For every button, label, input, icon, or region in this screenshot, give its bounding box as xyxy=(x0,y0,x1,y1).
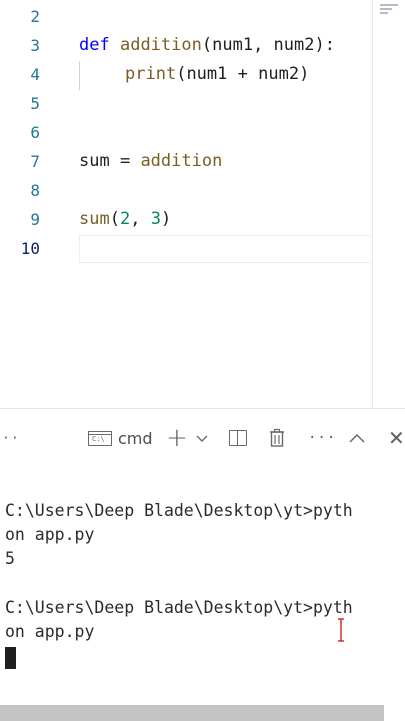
chevron-up-icon[interactable] xyxy=(348,423,366,453)
parameter: num2 xyxy=(273,35,315,55)
punctuation: ) xyxy=(160,209,172,229)
line-number: 4 xyxy=(30,65,40,84)
punctuation: ) xyxy=(299,64,310,84)
punctuation: ( xyxy=(201,35,213,55)
terminal-line: C:\Users\Deep Blade\Desktop\yt>pyth xyxy=(5,598,353,617)
line-number: 6 xyxy=(30,123,40,142)
panel-more-actions-button[interactable]: ·· xyxy=(2,423,20,453)
builtin-print: print xyxy=(125,64,177,84)
punctuation: ( xyxy=(176,64,187,84)
plus-icon[interactable]: + xyxy=(166,423,188,453)
punctuation: ): xyxy=(314,35,335,55)
punctuation: ( xyxy=(109,209,120,229)
terminal-line: on app.py xyxy=(5,525,95,544)
terminal-tab-label: cmd xyxy=(118,428,153,448)
close-icon[interactable]: ✕ xyxy=(388,423,405,453)
keyword-def: def xyxy=(79,35,110,55)
current-line-highlight xyxy=(79,235,371,263)
more-actions-icon[interactable]: ··· xyxy=(308,423,336,453)
line-number: 2 xyxy=(30,7,40,26)
line-number: 8 xyxy=(30,181,40,200)
text-cursor-icon xyxy=(336,617,346,643)
line-number: 5 xyxy=(30,94,40,113)
argument: num2 xyxy=(258,64,300,84)
terminal-panel: ·· C:\ cmd + ··· ✕ C:\Users\Deep Blade\D… xyxy=(0,408,405,721)
number-literal: 3 xyxy=(150,209,161,229)
code-line-assign[interactable]: sum = addition xyxy=(79,147,222,176)
line-number: 9 xyxy=(30,210,40,229)
terminal-cursor xyxy=(5,647,16,669)
line-number-active: 10 xyxy=(20,239,40,258)
function-reference: addition xyxy=(140,151,223,171)
terminal-icon: C:\ xyxy=(88,430,112,446)
operator: + xyxy=(227,64,259,84)
terminal-line: on app.py xyxy=(5,622,95,641)
chevron-down-icon[interactable] xyxy=(195,423,209,453)
number-literal: 2 xyxy=(119,209,131,229)
panel-toolbar: ·· C:\ cmd + ··· ✕ xyxy=(0,423,405,453)
punctuation: , xyxy=(253,35,274,55)
argument: num1 xyxy=(186,64,228,84)
vertical-scrollbar-divider xyxy=(372,0,373,408)
function-name: addition xyxy=(119,35,202,55)
code-editor[interactable]: 2 3 4 5 6 7 8 9 10 def addition(num1, nu… xyxy=(0,0,405,408)
minimap[interactable] xyxy=(380,4,400,16)
punctuation: , xyxy=(130,209,151,229)
variable: sum xyxy=(79,151,110,171)
split-terminal-icon[interactable] xyxy=(229,423,247,453)
operator: = xyxy=(109,151,141,171)
trash-icon[interactable] xyxy=(268,423,286,453)
parameter: num1 xyxy=(212,35,254,55)
line-number: 7 xyxy=(30,152,40,171)
terminal-line: C:\Users\Deep Blade\Desktop\yt>pyth xyxy=(5,501,353,520)
code-line-def[interactable]: def addition(num1, num2): xyxy=(79,31,335,60)
horizontal-scrollbar[interactable] xyxy=(0,705,384,721)
terminal-tab[interactable]: C:\ cmd xyxy=(88,423,153,453)
call-name: sum xyxy=(79,209,110,229)
indent-guide xyxy=(79,61,80,90)
terminal-line: 5 xyxy=(5,549,15,568)
code-line-print[interactable]: print(num1 + num2) xyxy=(125,60,309,89)
line-number: 3 xyxy=(30,36,40,55)
code-line-call[interactable]: sum(2, 3) xyxy=(79,205,171,234)
